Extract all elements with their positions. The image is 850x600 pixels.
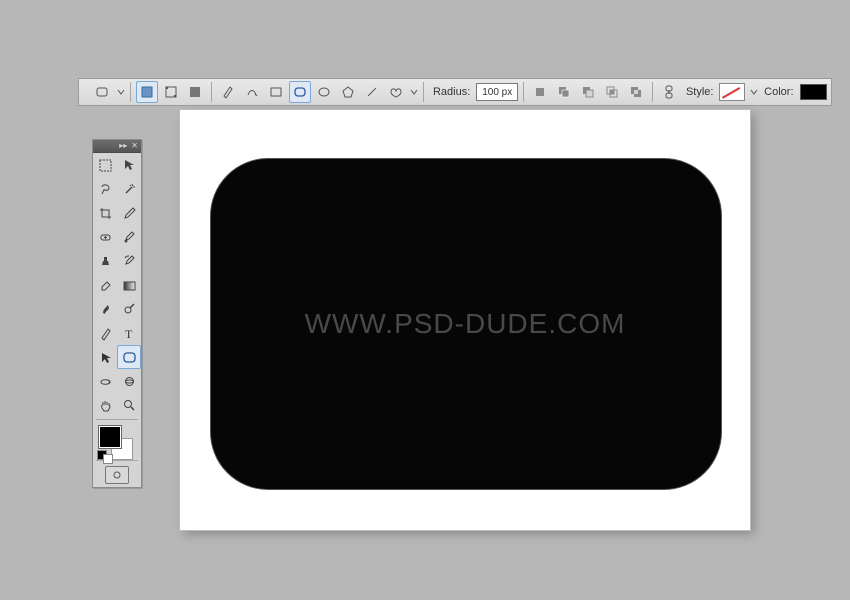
rectangle-shape-icon[interactable] [265,81,287,103]
shape-options-dropdown-icon[interactable] [409,88,418,96]
pathop-intersect-icon[interactable] [601,81,623,103]
mode-fill-pixels-icon[interactable] [184,81,206,103]
pathop-subtract-icon[interactable] [577,81,599,103]
watermark-text: WWW.PSD-DUDE.COM [180,308,750,340]
magic-wand-tool-icon[interactable] [117,177,141,201]
3d-orbit-tool-icon[interactable] [117,369,141,393]
separator [652,82,653,102]
color-label: Color: [760,86,797,98]
healing-brush-tool-icon[interactable] [93,225,117,249]
tools-panel: ▸▸ ✕ T [92,139,142,488]
rounded-rectangle-shape-icon[interactable] [289,81,311,103]
style-dropdown-icon[interactable] [749,88,758,96]
ellipse-shape-icon[interactable] [313,81,335,103]
divider [96,419,138,420]
mode-paths-icon[interactable] [160,81,182,103]
close-icon[interactable]: ✕ [131,142,138,150]
rounded-rectangle-tool-icon[interactable] [117,345,141,369]
brush-tool-icon[interactable] [117,225,141,249]
path-selection-tool-icon[interactable] [93,345,117,369]
pathop-exclude-icon[interactable] [625,81,647,103]
freeform-pen-icon[interactable] [241,81,263,103]
mode-shape-layers-icon[interactable] [136,81,158,103]
dodge-tool-icon[interactable] [117,297,141,321]
quick-mask-toggle[interactable] [93,463,141,487]
smudge-tool-icon[interactable] [93,297,117,321]
tool-preset-dropdown-icon[interactable] [116,88,125,96]
options-bar: Radius: 100 px Style: Color: [78,78,832,106]
color-picker[interactable] [800,84,827,100]
line-shape-icon[interactable] [361,81,383,103]
pen-tool-icon[interactable] [93,321,117,345]
eyedropper-tool-icon[interactable] [117,201,141,225]
custom-shape-icon[interactable] [385,81,407,103]
pathop-add-icon[interactable] [553,81,575,103]
radius-value: 100 px [482,87,512,98]
color-swatches [93,422,141,458]
clone-stamp-tool-icon[interactable] [93,249,117,273]
move-tool-icon[interactable] [117,153,141,177]
3d-rotate-tool-icon[interactable] [93,369,117,393]
type-tool-icon[interactable]: T [117,321,141,345]
lasso-tool-icon[interactable] [93,177,117,201]
zoom-tool-icon[interactable] [117,393,141,417]
separator [523,82,524,102]
history-brush-tool-icon[interactable] [117,249,141,273]
foreground-color[interactable] [99,426,121,448]
style-picker[interactable] [719,83,745,101]
radius-input[interactable]: 100 px [476,83,518,101]
polygon-shape-icon[interactable] [337,81,359,103]
pen-tool-icon[interactable] [217,81,239,103]
separator [211,82,212,102]
separator [423,82,424,102]
collapse-icon[interactable]: ▸▸ [119,142,127,150]
default-colors-icon-bg [103,454,113,464]
svg-text:T: T [125,327,133,341]
hand-tool-icon[interactable] [93,393,117,417]
eraser-tool-icon[interactable] [93,273,117,297]
gradient-tool-icon[interactable] [117,273,141,297]
separator [130,82,131,102]
marquee-tool-icon[interactable] [93,153,117,177]
style-label: Style: [682,86,718,98]
link-icon[interactable] [658,81,680,103]
document-canvas[interactable]: WWW.PSD-DUDE.COM [180,110,750,530]
radius-label: Radius: [429,86,474,98]
tool-preset-picker[interactable] [92,81,114,103]
pathop-new-icon[interactable] [529,81,551,103]
crop-tool-icon[interactable] [93,201,117,225]
tools-panel-header[interactable]: ▸▸ ✕ [93,140,141,153]
